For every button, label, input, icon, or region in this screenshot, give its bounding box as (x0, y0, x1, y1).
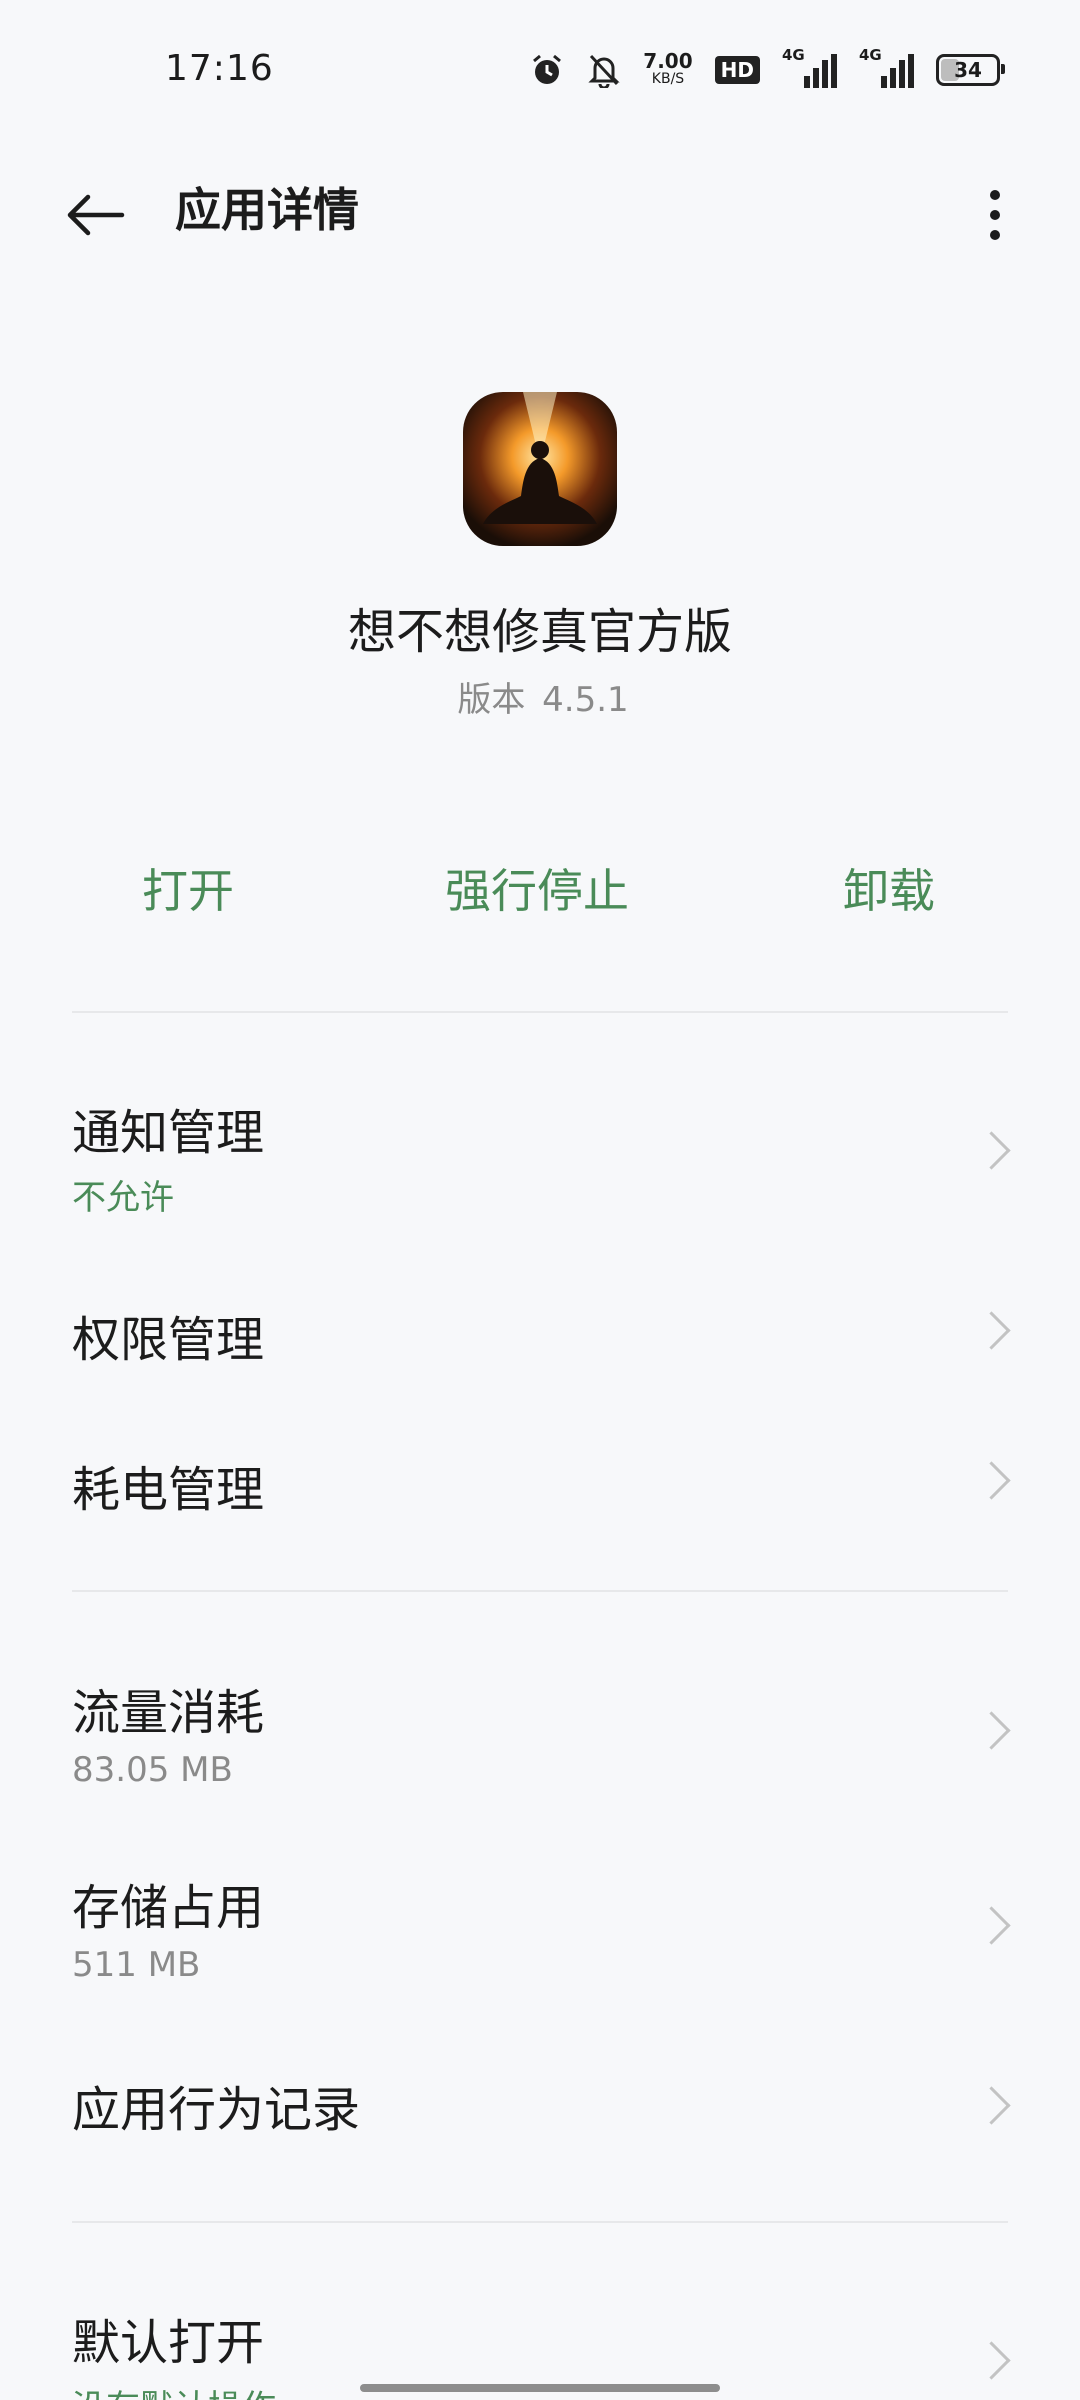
settings-item-title: 耗电管理 (72, 1462, 265, 1518)
back-button[interactable] (60, 180, 130, 250)
signal-icon: 4G (782, 46, 837, 88)
settings-item-subtitle: 不允许 (72, 1178, 174, 1218)
settings-item-default-open[interactable]: 默认打开 没有默认操作 (0, 2285, 1080, 2400)
settings-item-permissions[interactable]: 权限管理 (0, 1270, 1080, 1385)
hd-icon: HD (714, 56, 760, 84)
settings-item-subtitle: 没有默认操作 (72, 2380, 276, 2400)
settings-item-title: 权限管理 (72, 1312, 265, 1368)
app-name: 想不想修真官方版 (347, 604, 732, 660)
version-label: 版本 (457, 680, 526, 720)
more-vertical-icon (990, 190, 1000, 200)
battery-level: 34 (954, 58, 982, 82)
app-version: 版本 4.5.1 (0, 672, 1080, 721)
settings-item-battery[interactable]: 耗电管理 (0, 1420, 1080, 1535)
settings-item-subtitle: 511 MB (72, 1945, 201, 1985)
settings-item-data-usage[interactable]: 流量消耗 83.05 MB (0, 1655, 1080, 1805)
chevron-right-icon (972, 2341, 1011, 2380)
arrow-left-icon (67, 194, 125, 236)
battery-icon: 34 (936, 54, 1005, 86)
status-time: 17:16 (165, 48, 274, 89)
home-indicator[interactable] (360, 2384, 720, 2392)
divider (72, 2221, 1008, 2223)
status-icons: 7.00 KB/S HD 4G 4G 34 (529, 46, 1005, 90)
version-number: 4.5.1 (542, 680, 629, 720)
settings-item-title: 流量消耗 (72, 1685, 265, 1741)
page-title: 应用详情 (175, 183, 359, 237)
status-bar: 17:16 7.00 KB/S HD 4G 4G 34 (0, 0, 1080, 140)
chevron-right-icon (972, 2086, 1011, 2125)
bell-off-icon (588, 54, 620, 88)
network-speed: 7.00 KB/S (643, 51, 692, 88)
settings-item-app-behavior[interactable]: 应用行为记录 (0, 2045, 1080, 2160)
signal-label: 4G (859, 46, 882, 64)
settings-item-storage[interactable]: 存储占用 511 MB (0, 1850, 1080, 2000)
signal-label: 4G (782, 46, 805, 64)
settings-item-title: 存储占用 (72, 1880, 265, 1936)
settings-item-title: 应用行为记录 (72, 2082, 361, 2138)
chevron-right-icon (972, 1711, 1011, 1750)
divider (72, 1011, 1008, 1013)
action-row: 打开 强行停止 卸载 (0, 855, 1080, 935)
chevron-right-icon (972, 1461, 1011, 1500)
force-stop-button[interactable]: 强行停止 (445, 855, 629, 921)
settings-item-title: 通知管理 (72, 1105, 265, 1161)
settings-item-subtitle: 83.05 MB (72, 1750, 233, 1790)
chevron-right-icon (972, 1311, 1011, 1350)
more-options-button[interactable] (960, 180, 1030, 250)
app-bar: 应用详情 (0, 150, 1080, 270)
settings-item-notifications[interactable]: 通知管理 不允许 (0, 1075, 1080, 1225)
divider (72, 1590, 1008, 1592)
settings-item-title: 默认打开 (72, 2315, 265, 2371)
uninstall-button[interactable]: 卸载 (843, 855, 935, 921)
chevron-right-icon (972, 1906, 1011, 1945)
open-button[interactable]: 打开 (142, 855, 234, 921)
chevron-right-icon (972, 1131, 1011, 1170)
app-icon (463, 392, 617, 546)
signal-icon: 4G (859, 46, 914, 88)
alarm-icon (533, 54, 562, 84)
